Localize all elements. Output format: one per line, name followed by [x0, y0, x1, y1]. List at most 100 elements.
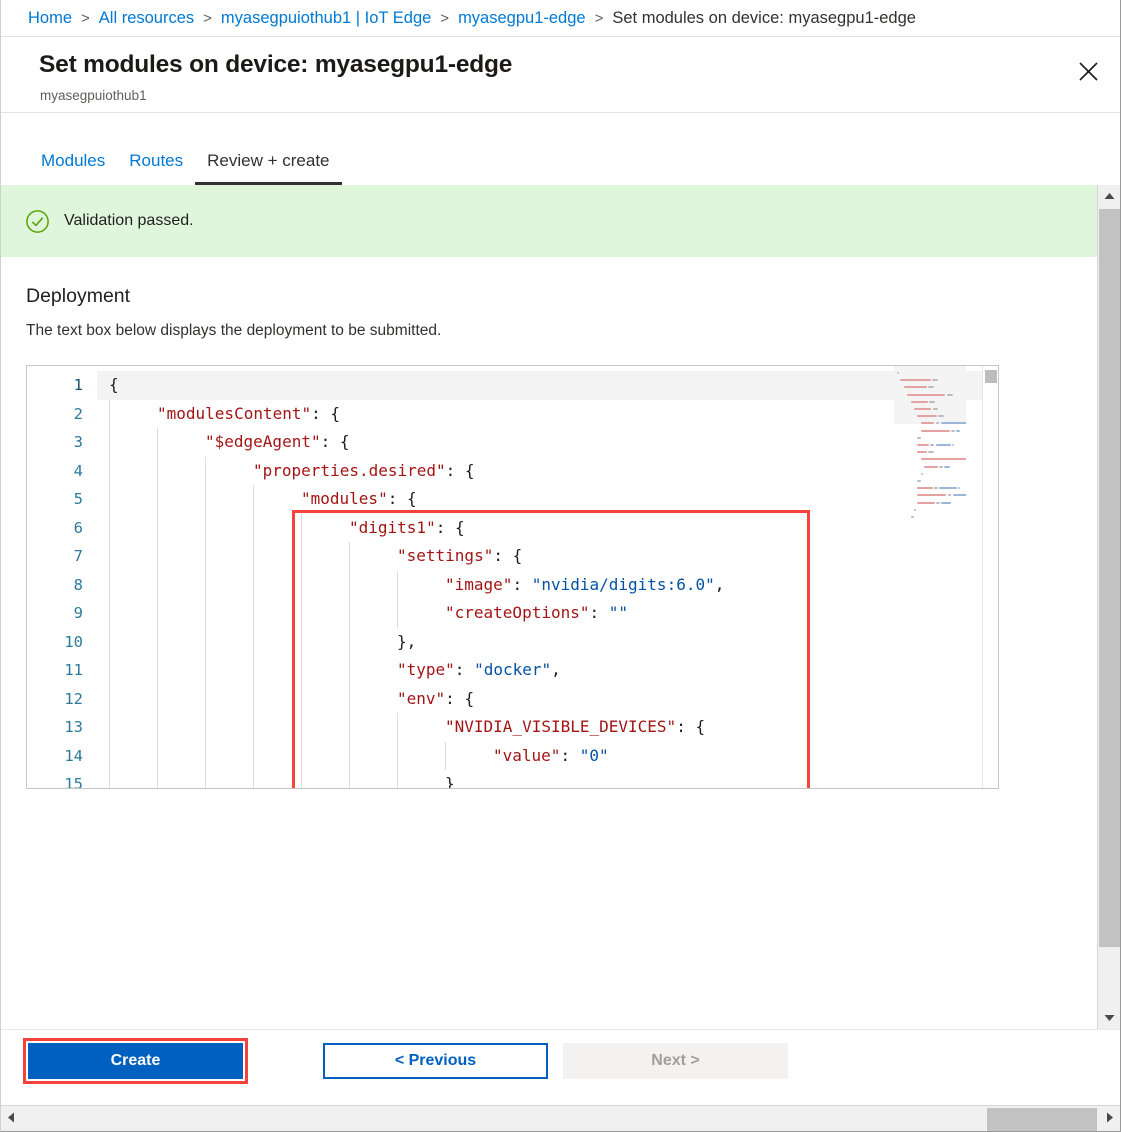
editor-minimap[interactable] — [894, 366, 966, 788]
line-number: 11 — [64, 661, 83, 679]
code-token-key: "image" — [445, 574, 513, 594]
tab-routes[interactable]: Routes — [117, 151, 195, 185]
editor-vertical-scrollbar[interactable] — [982, 366, 998, 788]
minimap-line — [946, 393, 953, 396]
create-button[interactable]: Create — [28, 1043, 243, 1079]
page-title: Set modules on device: myasegpu1-edge — [39, 51, 513, 78]
line-number: 2 — [73, 404, 83, 423]
code-token-key: "properties.desired" — [253, 460, 446, 480]
close-icon — [1078, 61, 1099, 82]
editor-line-number-gutter: 123456789101112131415161718192021 — [27, 366, 97, 788]
code-token-key: "type" — [397, 660, 455, 679]
line-number: 14 — [64, 746, 83, 765]
minimap-line — [952, 494, 966, 497]
minimap-line — [914, 408, 932, 410]
code-token-pun: } — [445, 774, 455, 788]
code-token-pun: : { — [445, 688, 475, 708]
minimap-line — [917, 451, 927, 454]
check-circle-icon — [25, 209, 50, 234]
code-line: { — [97, 371, 998, 400]
line-number: 3 — [73, 433, 83, 451]
tab-bar: Modules Routes Review + create — [1, 113, 1120, 185]
line-number: 5 — [73, 490, 83, 508]
line-number: 9 — [73, 604, 83, 622]
editor-code-area[interactable]: {"modulesContent": {"$edgeAgent": {"prop… — [97, 366, 998, 788]
minimap-line — [952, 444, 955, 446]
breadcrumb-separator: > — [81, 9, 90, 27]
code-token-pun: : { — [435, 517, 465, 537]
chevron-up-icon — [1104, 187, 1115, 205]
code-line: "type": "docker", — [97, 656, 561, 685]
blade-root: Home > All resources > myasegpuiothub1 | IoT… — [0, 0, 1121, 1132]
code-token-pun: : { — [676, 717, 706, 736]
minimap-line — [917, 487, 933, 490]
next-button: Next > — [563, 1043, 788, 1079]
minimap-line — [917, 480, 922, 482]
deployment-code-editor[interactable]: 123456789101112131415161718192021 {"modu… — [26, 365, 999, 789]
breadcrumb-item-5: Set modules on device: myasegpu1-edge — [612, 8, 916, 27]
minimap-line — [941, 501, 951, 504]
code-token-str: "0" — [579, 745, 609, 765]
line-number: 10 — [64, 632, 83, 651]
minimap-line — [932, 379, 939, 382]
validation-message: Validation passed. — [64, 212, 194, 229]
code-line: "modules": { — [97, 485, 417, 514]
code-line: "NVIDIA_VISIBLE_DEVICES": { — [97, 713, 705, 742]
code-token-str: "nvidia/digits:6.0" — [531, 574, 715, 594]
code-token-pun: : { — [320, 432, 350, 451]
breadcrumb-item-1[interactable]: Home — [28, 9, 72, 28]
scroll-left-button[interactable] — [0, 1106, 22, 1132]
breadcrumb-item-4[interactable]: myasegpu1-edge — [458, 9, 586, 28]
validation-banner: Validation passed. — [1, 185, 1097, 257]
code-token-key: "modulesContent" — [157, 403, 312, 423]
code-line: "env": { — [97, 685, 474, 714]
minimap-line — [924, 465, 938, 468]
minimap-line — [939, 487, 957, 490]
code-token-pun: , — [714, 574, 725, 594]
line-number: 8 — [73, 575, 83, 594]
editor-scroll-thumb-top[interactable] — [985, 370, 997, 383]
tab-modules[interactable]: Modules — [29, 151, 117, 185]
code-token-key: "settings" — [397, 546, 494, 565]
page-vertical-scrollbar[interactable] — [1097, 185, 1121, 1029]
code-line: "$edgeAgent": { — [97, 428, 350, 457]
scroll-thumb-vertical[interactable] — [1099, 209, 1120, 947]
minimap-line — [957, 487, 960, 490]
deployment-description: The text box below displays the deployme… — [26, 322, 442, 339]
minimap-line — [917, 444, 929, 446]
code-line: "modulesContent": { — [97, 400, 340, 429]
minimap-line — [914, 508, 916, 511]
line-number: 15 — [64, 775, 83, 788]
tab-review-create[interactable]: Review + create — [195, 151, 342, 185]
minimap-line — [920, 429, 950, 432]
scroll-up-button[interactable] — [1098, 185, 1121, 207]
minimap-line — [935, 422, 940, 425]
code-token-key: "value" — [493, 745, 561, 765]
code-line: }, — [97, 628, 416, 657]
breadcrumb-item-2[interactable]: All resources — [99, 9, 194, 28]
breadcrumb-item-3[interactable]: myasegpuiothub1 | IoT Edge — [221, 9, 431, 28]
breadcrumb: Home > All resources > myasegpuiothub1 | IoT… — [0, 0, 1121, 37]
line-number: 7 — [73, 547, 83, 565]
line-number: 6 — [73, 518, 83, 537]
minimap-line — [917, 494, 947, 497]
scroll-right-button[interactable] — [1099, 1106, 1121, 1132]
code-line: "createOptions": "" — [97, 599, 628, 628]
code-token-pun: : — [560, 745, 580, 765]
code-token-pun: : — [454, 660, 475, 679]
code-token-pun: { — [109, 375, 119, 394]
minimap-line — [917, 436, 922, 439]
minimap-line — [937, 415, 944, 418]
close-button[interactable] — [1066, 49, 1110, 93]
chevron-right-icon — [1106, 1110, 1114, 1128]
scroll-thumb-horizontal[interactable] — [987, 1108, 1097, 1131]
minimap-line — [950, 429, 955, 432]
scroll-down-button[interactable] — [1098, 1007, 1121, 1029]
previous-button[interactable]: < Previous — [323, 1043, 548, 1079]
minimap-line — [934, 487, 938, 490]
code-token-pun: : { — [445, 460, 475, 480]
page-horizontal-scrollbar[interactable] — [0, 1105, 1121, 1132]
chevron-left-icon — [7, 1110, 15, 1128]
minimap-line — [938, 465, 943, 468]
blade-header: Set modules on device: myasegpu1-edge my… — [1, 37, 1120, 113]
